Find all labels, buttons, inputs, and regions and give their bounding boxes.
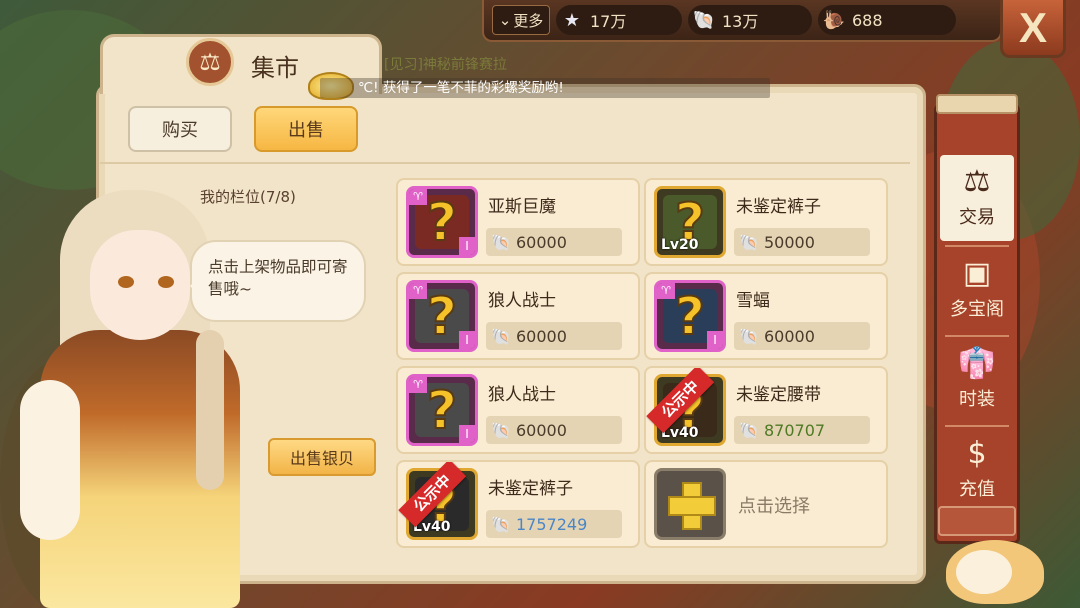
shell-icon: 🐚 (692, 9, 716, 31)
more-button[interactable]: ⌄ 更多 (492, 5, 550, 35)
sidebar-ornament (936, 94, 1018, 114)
item-price: 60000 (516, 232, 567, 252)
announcement: [见习]神秘前锋赛拉 ℃! 获得了一笔不菲的彩螺奖励哟! (308, 50, 790, 100)
add-listing-slot[interactable]: 点击选择 (644, 460, 888, 548)
tier-badge: I (707, 331, 723, 349)
star-icon: ★ (563, 9, 581, 31)
item-icon: ? ♈ I (406, 186, 478, 258)
shell-icon: 🐚 (739, 232, 759, 252)
shell-icon: 🐚 (739, 326, 759, 346)
listing-card[interactable]: ? ♈ I 狼人战士 🐚 60000 (396, 272, 640, 360)
rarity-icon: ♈ (657, 283, 675, 299)
price-bar: 🐚 50000 (734, 228, 870, 256)
listing-card[interactable]: ? ♈ I 雪蝠 🐚 60000 (644, 272, 888, 360)
tab-sell[interactable]: 出售 (254, 106, 358, 152)
listing-card[interactable]: ? ♈ I 亚斯巨魔 🐚 60000 (396, 178, 640, 266)
shell-amount: 13万 (722, 12, 759, 31)
shell-icon: 🐚 (739, 420, 759, 440)
item-name: 未鉴定腰带 (736, 385, 821, 405)
sidebar-item-label: 时装 (959, 389, 995, 410)
item-price: 50000 (764, 232, 815, 252)
item-name: 狼人战士 (488, 385, 556, 405)
sidebar-item-treasure[interactable]: ▣ 多宝阁 (940, 247, 1014, 333)
treasure-chest-icon: ▣ (962, 256, 992, 291)
item-icon: ? Lv20 (654, 186, 726, 258)
shell-icon: 🐚 (491, 514, 511, 534)
conch-currency: 🐌 688 (818, 5, 956, 35)
price-bar: 🐚 1757249 (486, 510, 622, 538)
currency-bar: ⌄ 更多 ★ 17万 🐚 13万 🐌 688 (482, 0, 1002, 42)
item-name: 未鉴定裤子 (488, 479, 573, 499)
listing-card[interactable]: ? ♈ I 狼人战士 🐚 60000 (396, 366, 640, 454)
conch-icon: 🐌 (822, 9, 846, 31)
sidebar-item-label: 交易 (959, 207, 995, 228)
sidebar-item-recharge[interactable]: $ 充值 (940, 427, 1014, 513)
close-button[interactable]: X (1000, 0, 1066, 58)
price-bar: 🐚 60000 (486, 228, 622, 256)
item-name: 狼人战士 (488, 291, 556, 311)
item-level: Lv20 (661, 237, 699, 253)
shell-currency: 🐚 13万 (688, 5, 812, 35)
add-icon (654, 468, 726, 540)
star-amount: 17万 (590, 12, 627, 31)
shell-icon: 🐚 (491, 420, 511, 440)
tier-badge: I (459, 237, 475, 255)
price-bar: 🐚 60000 (734, 322, 870, 350)
star-currency: ★ 17万 (556, 5, 682, 35)
rarity-icon: ♈ (409, 283, 427, 299)
add-slot-label: 点击选择 (738, 496, 810, 517)
clothing-icon: 👘 (958, 346, 996, 381)
tab-buy[interactable]: 购买 (128, 106, 232, 152)
tier-badge: I (459, 331, 475, 349)
sidebar-item-fashion[interactable]: 👘 时装 (940, 337, 1014, 423)
shell-icon: 🐚 (491, 326, 511, 346)
item-price: 870707 (764, 420, 826, 440)
listing-card[interactable]: ? Lv40 公示中 未鉴定腰带 🐚 870707 (644, 366, 888, 454)
page-title: 集市 (251, 54, 299, 82)
chevron-down-icon: ⌄ (498, 11, 512, 29)
scale-icon: ⚖ (963, 164, 991, 199)
item-name: 雪蝠 (736, 291, 770, 311)
item-price: 1757249 (516, 514, 588, 534)
close-icon: X (1018, 3, 1047, 51)
item-icon: ? ♈ I (406, 280, 478, 352)
sell-silver-button[interactable]: 出售银贝 (268, 438, 376, 476)
announcement-text: ℃! 获得了一笔不菲的彩螺奖励哟! (320, 78, 770, 98)
announcement-player: [见习]神秘前锋赛拉 (384, 57, 507, 73)
more-label: 更多 (513, 11, 544, 30)
conch-amount: 688 (852, 10, 883, 30)
item-icon: ? ♈ I (406, 374, 478, 446)
sidebar-item-label: 多宝阁 (950, 299, 1004, 320)
speech-bubble: 点击上架物品即可寄售哦~ (190, 240, 366, 322)
price-bar: 🐚 60000 (486, 322, 622, 350)
rarity-icon: ♈ (409, 377, 427, 393)
item-price: 60000 (516, 420, 567, 440)
scale-icon: ⚖ (186, 38, 234, 86)
shell-icon: 🐚 (491, 232, 511, 252)
sidebar-item-label: 充值 (959, 479, 995, 500)
item-name: 未鉴定裤子 (736, 197, 821, 217)
rarity-icon: ♈ (409, 189, 427, 205)
price-bar: 🐚 60000 (486, 416, 622, 444)
listing-card[interactable]: ? Lv20 未鉴定裤子 🐚 50000 (644, 178, 888, 266)
divider (100, 162, 910, 164)
item-price: 60000 (764, 326, 815, 346)
item-price: 60000 (516, 326, 567, 346)
sidebar-ornament (938, 506, 1016, 536)
sidebar-item-trade[interactable]: ⚖ 交易 (940, 155, 1014, 241)
item-icon: ? ♈ I (654, 280, 726, 352)
sidebar: ⚖ 交易 ▣ 多宝阁 👘 时装 $ 充值 (934, 104, 1020, 544)
price-bar: 🐚 870707 (734, 416, 870, 444)
listing-card[interactable]: ? Lv40 公示中 未鉴定裤子 🐚 1757249 (396, 460, 640, 548)
item-name: 亚斯巨魔 (488, 197, 556, 217)
mascot-face (956, 550, 1012, 594)
tier-badge: I (459, 425, 475, 443)
dollar-icon: $ (967, 436, 987, 471)
